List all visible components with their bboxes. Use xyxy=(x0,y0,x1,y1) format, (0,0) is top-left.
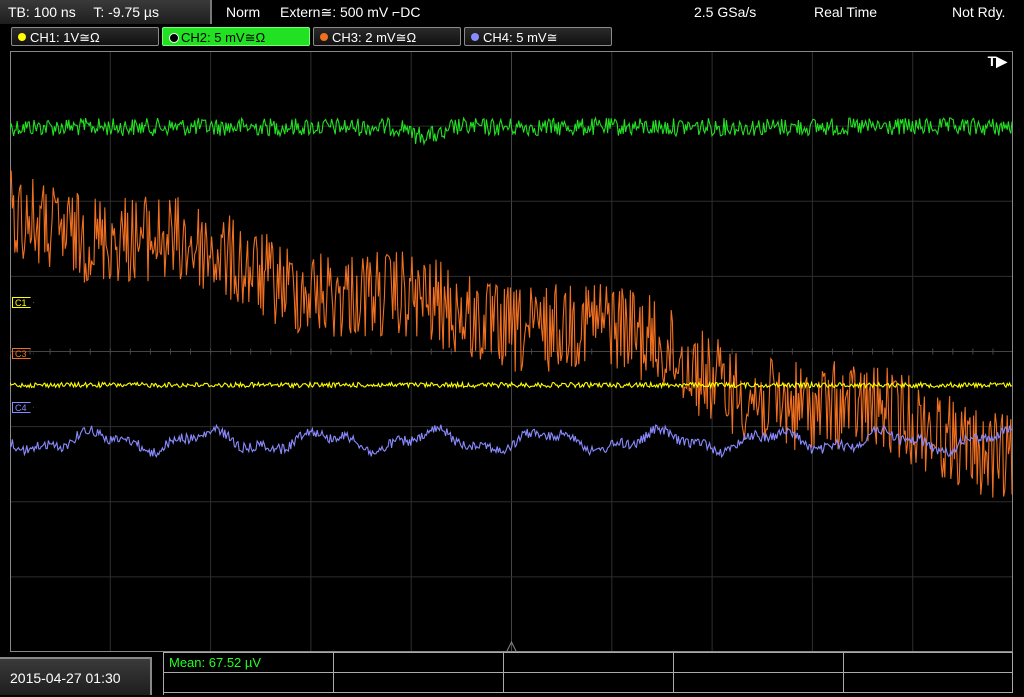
timebase-panel[interactable]: TB: 100 ns T: -9.75 µs xyxy=(0,0,212,24)
measurement-slot[interactable] xyxy=(504,653,674,673)
channel-1-color-dot xyxy=(18,33,26,41)
channel-2-label: CH2: 5 mV≅Ω xyxy=(181,30,266,45)
channel-1-offset-marker[interactable]: C1 xyxy=(12,297,34,308)
channel-3-button[interactable]: CH3: 2 mV≅Ω xyxy=(313,27,461,46)
channel-bar: CH1: 1V≅Ω CH2: 5 mV≅Ω CH3: 2 mV≅Ω CH4: 5… xyxy=(0,26,1024,48)
waveform-display[interactable]: C1 C3 C4 T▶ xyxy=(10,51,1013,652)
timebase-readout: TB: 100 ns xyxy=(8,4,76,20)
acquisition-mode[interactable]: Real Time xyxy=(814,0,877,24)
channel-3-offset-marker[interactable]: C3 xyxy=(12,348,34,359)
channel-3-color-dot xyxy=(320,33,328,41)
measurement-slot[interactable] xyxy=(334,673,504,693)
channel-4-button[interactable]: CH4: 5 mV≅ xyxy=(464,27,612,46)
measurement-slot[interactable] xyxy=(844,653,1013,673)
measurement-slot[interactable] xyxy=(504,673,674,693)
sample-rate[interactable]: 2.5 GSa/s xyxy=(694,0,756,24)
channel-2-color-dot xyxy=(169,33,179,43)
measurement-slot[interactable] xyxy=(844,673,1013,693)
waveform-canvas xyxy=(10,51,1013,652)
trigger-position-icon: T▶ xyxy=(987,53,1007,69)
measurement-table: Mean: 67.52 µV xyxy=(163,652,1013,695)
channel-1-label: CH1: 1V≅Ω xyxy=(30,30,100,45)
channel-4-offset-marker[interactable]: C4 xyxy=(12,402,34,413)
date-time: 2015-04-27 01:30 xyxy=(0,657,152,695)
channel-2-button[interactable]: CH2: 5 mV≅Ω xyxy=(162,27,310,46)
channel-4-label: CH4: 5 mV≅ xyxy=(483,30,558,45)
channel-3-label: CH3: 2 mV≅Ω xyxy=(332,30,417,45)
bottom-bar: 2015-04-27 01:30 Mean: 67.52 µV xyxy=(0,652,1024,695)
channel-1-button[interactable]: CH1: 1V≅Ω xyxy=(11,27,159,46)
trigger-source[interactable]: Extern≅: 500 mV ⌐DC xyxy=(280,0,421,24)
trigger-time-readout: T: -9.75 µs xyxy=(93,4,159,20)
measurement-slot[interactable] xyxy=(674,653,844,673)
measurement-slot[interactable] xyxy=(334,653,504,673)
measurement-slot[interactable] xyxy=(674,673,844,693)
acquisition-status: Not Rdy. xyxy=(952,4,1006,20)
channel-4-color-dot xyxy=(471,33,479,41)
measurement-mean[interactable]: Mean: 67.52 µV xyxy=(164,653,334,673)
measurement-slot[interactable] xyxy=(164,673,334,693)
trigger-mode[interactable]: Norm xyxy=(226,0,260,24)
status-bar: TB: 100 ns T: -9.75 µs Norm Extern≅: 500… xyxy=(0,0,1024,25)
